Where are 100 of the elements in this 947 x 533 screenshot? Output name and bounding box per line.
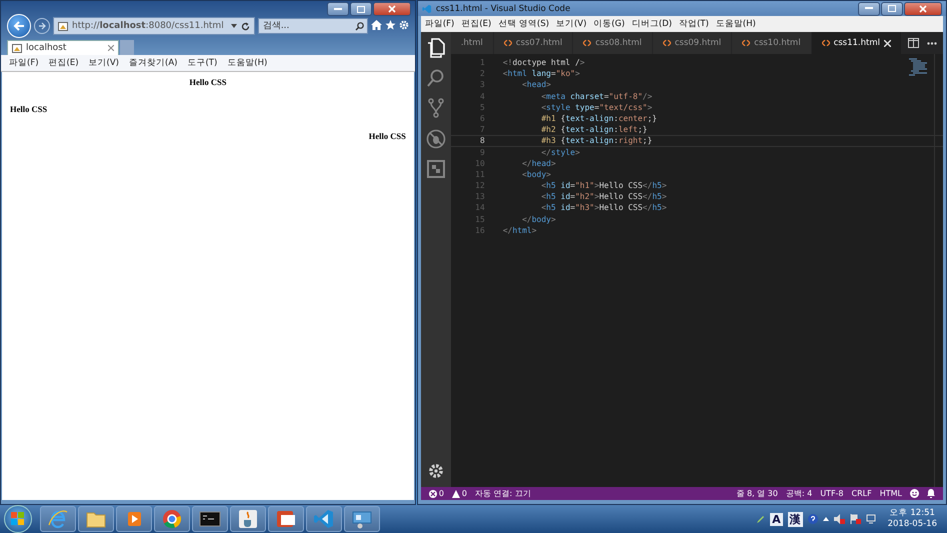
- chrome-icon[interactable]: [154, 506, 190, 532]
- close-button[interactable]: [904, 2, 942, 16]
- play-icon[interactable]: [116, 506, 152, 532]
- line-number: 14: [474, 202, 486, 214]
- split-editor-icon[interactable]: [908, 38, 919, 48]
- status-item[interactable]: CRLF: [852, 489, 872, 498]
- menu-item[interactable]: 이동(G): [594, 18, 625, 30]
- menu-item[interactable]: 파일(F): [9, 57, 39, 69]
- line-number: 2: [478, 68, 486, 80]
- maximize-button[interactable]: [350, 2, 372, 16]
- dropdown-icon[interactable]: [230, 24, 237, 28]
- help-icon[interactable]: [808, 514, 818, 524]
- status-item[interactable]: 줄 8, 열 30: [736, 488, 778, 499]
- pen-icon[interactable]: [756, 514, 766, 524]
- address-bar[interactable]: http://localhost:8080/css11.html: [53, 17, 255, 35]
- back-button[interactable]: [7, 14, 31, 38]
- code-brackets-icon: [662, 40, 671, 46]
- code-line: #h1 {text-align:center;}: [540, 112, 657, 124]
- bell-icon[interactable]: [927, 489, 935, 498]
- editor-tab[interactable]: .html: [450, 32, 494, 54]
- line-number: 12: [474, 180, 486, 192]
- menu-item[interactable]: 보기(V): [556, 18, 587, 30]
- menu-item[interactable]: 도구(T): [187, 57, 218, 69]
- slides-icon[interactable]: [268, 506, 304, 532]
- menu-item[interactable]: 도움말(H): [227, 57, 268, 69]
- refresh-icon[interactable]: [240, 22, 250, 30]
- warning-icon: [452, 490, 460, 498]
- input-method-indicator[interactable]: 漢: [788, 512, 803, 526]
- heading: Hello CSS: [188, 77, 228, 87]
- status-item[interactable]: 자동 연결: 끄기: [475, 488, 531, 499]
- code-line: #h2 {text-align:left;}: [540, 124, 648, 136]
- status-item[interactable]: HTML: [880, 489, 902, 498]
- smiley-icon[interactable]: [910, 489, 919, 498]
- four-squares-logo-icon: [11, 512, 25, 526]
- extensions-icon: [426, 160, 445, 178]
- line-number: 3: [478, 79, 486, 91]
- minimize-icon: [865, 7, 873, 10]
- home-icon[interactable]: [370, 19, 382, 33]
- browser-e-icon[interactable]: [40, 506, 76, 532]
- start-button[interactable]: [4, 505, 32, 533]
- status-item[interactable]: 공백: 4: [786, 488, 812, 499]
- terminal-icon[interactable]: [192, 506, 228, 532]
- forward-button[interactable]: [34, 18, 50, 34]
- code-line: </style>: [540, 146, 580, 158]
- editor-tab[interactable]: css10.html: [732, 32, 812, 54]
- maximize-button[interactable]: [881, 2, 903, 16]
- coffee-cup-icon[interactable]: [230, 506, 266, 532]
- maximize-icon: [888, 5, 896, 12]
- code-line: <meta charset="utf-8"/>: [540, 90, 652, 102]
- menu-item[interactable]: 편집(E): [48, 57, 79, 69]
- code-line: <h5 id="h1">Hello CSS</h5>: [540, 180, 667, 192]
- minimize-icon: [334, 8, 342, 10]
- code-line: </head>: [521, 158, 556, 169]
- network-icon[interactable]: [866, 514, 877, 524]
- close-button[interactable]: [372, 2, 411, 16]
- menu-item[interactable]: 보기(V): [88, 57, 119, 69]
- error-icon: [428, 490, 437, 498]
- line-number: 5: [478, 102, 486, 113]
- menu-item[interactable]: 디버그(D): [632, 18, 672, 30]
- line-number: 10: [474, 158, 486, 169]
- editor-tab[interactable]: css08.html: [573, 32, 653, 54]
- menu-item[interactable]: 파일(F): [424, 18, 454, 30]
- folder-icon[interactable]: [78, 506, 114, 532]
- settings-icon[interactable]: [428, 463, 444, 479]
- code-line: </html>: [502, 224, 537, 236]
- clock[interactable]: 오후 12:51 2018-05-16: [882, 508, 943, 530]
- editor-tab[interactable]: css11.html: [812, 32, 902, 54]
- input-method-indicator[interactable]: A: [770, 512, 783, 526]
- speaker-muted-icon[interactable]: [834, 514, 845, 524]
- editor-tab[interactable]: css07.html: [494, 32, 574, 54]
- menu-item[interactable]: 즐겨찾기(A): [129, 57, 178, 69]
- code-line: <head>: [521, 79, 551, 91]
- heading: Hello CSS: [368, 131, 406, 141]
- more-icon[interactable]: [927, 42, 937, 44]
- error-count[interactable]: 0: [438, 489, 444, 498]
- menu-item[interactable]: 도움말(H): [716, 18, 756, 30]
- editor-tab[interactable]: css09.html: [652, 32, 732, 54]
- minimize-button[interactable]: [858, 2, 880, 16]
- code-line: <h5 id="h3">Hello CSS</h5>: [540, 202, 667, 214]
- code-line: <!doctype html />: [502, 57, 585, 68]
- browser-tab[interactable]: localhost: [7, 40, 119, 55]
- line-number: 8: [478, 135, 486, 146]
- search-icon: [426, 69, 445, 87]
- code-editor-icon[interactable]: [306, 506, 342, 532]
- line-number: 11: [474, 168, 486, 180]
- status-item[interactable]: UTF-8: [820, 489, 844, 498]
- heading: Hello CSS: [10, 104, 48, 114]
- search-field[interactable]: 검색...: [258, 18, 368, 34]
- minimize-button[interactable]: [326, 2, 349, 16]
- search-icon[interactable]: [354, 22, 364, 30]
- line-number: 13: [474, 191, 486, 202]
- network-icon[interactable]: [344, 506, 380, 532]
- caret-icon[interactable]: [822, 517, 829, 521]
- menu-item[interactable]: 편집(E): [461, 18, 492, 30]
- warning-count[interactable]: 0: [462, 489, 467, 498]
- page-icon: [58, 22, 68, 30]
- menu-item[interactable]: 작업(T): [678, 18, 709, 30]
- flag-icon[interactable]: [850, 514, 861, 524]
- close-icon: [919, 4, 927, 12]
- menu-item[interactable]: 선택 영역(S): [498, 18, 550, 30]
